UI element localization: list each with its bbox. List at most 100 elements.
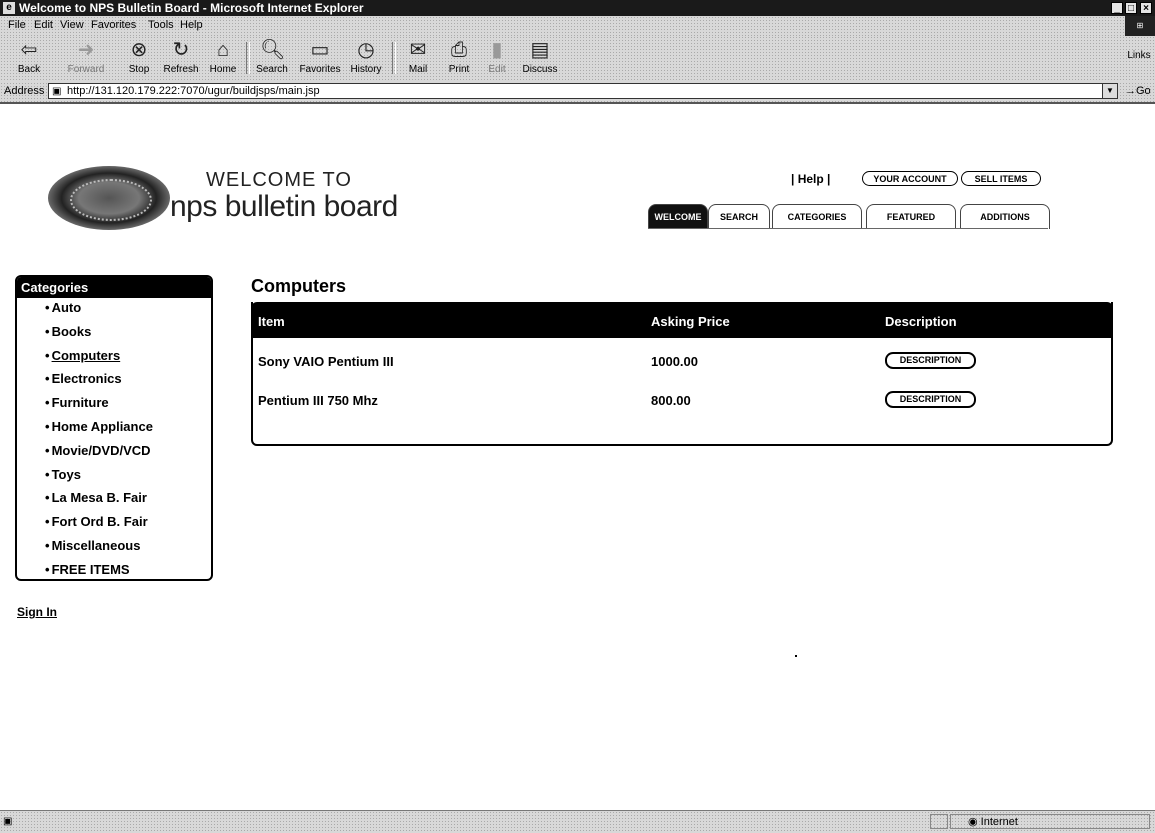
category-item[interactable]: • Fort Ord B. Fair [17,512,211,536]
address-bar: Address ▣ http://131.120.179.222:7070/ug… [0,82,1155,104]
edit-icon: ▮ [491,39,503,61]
table-row: Pentium III 750 Mhz 800.00 DESCRIPTION [251,385,1113,414]
home-icon: ⌂ [216,39,230,61]
category-link[interactable]: Furniture [52,395,109,410]
tab-categories[interactable]: CATEGORIES [772,204,862,229]
refresh-button[interactable]: ↻ Refresh [160,38,202,75]
page-status-icon: ▣ [3,816,13,827]
item-name: Sony VAIO Pentium III [258,354,394,369]
menu-file[interactable]: File [8,19,26,31]
site-name: nps bulletin board [170,190,398,223]
bullet-icon: • [45,442,50,458]
category-item[interactable]: • La Mesa B. Fair [17,488,211,512]
menu-tools[interactable]: Tools [148,19,174,31]
tab-search[interactable]: SEARCH [708,204,770,229]
stop-button[interactable]: ⊗ Stop [124,38,154,75]
menu-edit[interactable]: Edit [34,19,53,31]
category-link[interactable]: La Mesa B. Fair [52,490,147,505]
category-link[interactable]: Auto [52,300,82,315]
category-item[interactable]: • Furniture [17,393,211,417]
category-item[interactable]: • Miscellaneous [17,536,211,560]
links-button[interactable]: Links [1126,48,1152,61]
stray-dot [795,655,797,657]
item-price: 1000.00 [651,354,698,369]
sell-items-button[interactable]: SELL ITEMS [961,171,1041,186]
category-link[interactable]: Toys [52,467,81,482]
mail-button[interactable]: ✉ Mail [398,38,438,75]
bullet-icon: • [45,537,50,553]
status-cell [930,814,948,829]
menu-help[interactable]: Help [180,19,203,31]
item-name: Pentium III 750 Mhz [258,393,378,408]
browser-toolbar: ⇦ Back ➜ Forward ⊗ Stop ↻ Refresh ⌂ Home… [0,36,1155,83]
discuss-button[interactable]: ▤ Discuss [518,38,562,75]
column-header-asking-price: Asking Price [651,314,730,329]
refresh-icon: ↻ [172,39,190,61]
internet-zone: ◉ Internet [968,816,1018,828]
history-button[interactable]: ◷ History [346,38,386,75]
edit-button[interactable]: ▮ Edit [480,38,514,75]
category-link[interactable]: Home Appliance [52,419,153,434]
welcome-to-text: WELCOME TO [206,169,352,191]
address-label: Address [4,85,45,97]
column-header-item: Item [258,314,285,329]
category-item[interactable]: • FREE ITEMS [17,560,211,579]
bullet-icon: • [45,466,50,482]
bullet-icon: • [45,395,50,411]
menu-favorites[interactable]: Favorites [91,19,136,31]
tab-featured[interactable]: FEATURED [866,204,956,229]
menu-view[interactable]: View [60,19,84,31]
bullet-icon: • [45,514,50,530]
close-button[interactable]: × [1140,2,1152,14]
item-price: 800.00 [651,393,691,408]
your-account-button[interactable]: YOUR ACCOUNT [862,171,958,186]
home-button[interactable]: ⌂ Home [206,38,240,75]
address-input[interactable]: ▣ http://131.120.179.222:7070/ugur/build… [48,83,1118,99]
category-link[interactable]: Miscellaneous [52,538,141,553]
printer-icon: ⎙ [451,39,467,61]
windows-logo-icon: ⊞ [1125,16,1155,36]
category-link[interactable]: Books [52,324,92,339]
tab-additions[interactable]: ADDITIONS [960,204,1050,229]
category-link[interactable]: FREE ITEMS [52,562,130,577]
ie-window-icon: e [3,2,15,14]
bullet-icon: • [45,490,50,506]
minimize-button[interactable]: _ [1111,2,1123,14]
toolbar-separator [246,42,250,74]
tab-welcome[interactable]: WELCOME [648,204,708,229]
chevron-down-icon[interactable]: ▼ [1102,84,1117,98]
discuss-icon: ▤ [530,39,550,61]
category-link[interactable]: Computers [52,348,121,363]
help-link[interactable]: | Help | [791,172,830,186]
search-button[interactable]: 🔍︎ Search [252,38,292,75]
window-title: Welcome to NPS Bulletin Board - Microsof… [19,1,364,15]
category-item[interactable]: • Movie/DVD/VCD [17,441,211,465]
globe-icon: ◉ [968,816,978,828]
table-row: Sony VAIO Pentium III 1000.00 DESCRIPTIO… [251,346,1113,375]
sign-in-link[interactable]: Sign In [17,605,57,619]
mail-icon: ✉ [409,39,427,61]
category-link[interactable]: Fort Ord B. Fair [52,514,148,529]
address-url: http://131.120.179.222:7070/ugur/buildjs… [67,85,320,97]
category-link[interactable]: Electronics [52,371,122,386]
forward-arrow-icon: ➜ [77,39,95,61]
category-link[interactable]: Movie/DVD/VCD [52,443,151,458]
category-item[interactable]: • Electronics [17,369,211,393]
category-item[interactable]: • Computers [17,346,211,370]
forward-button[interactable]: ➜ Forward [66,38,106,75]
history-icon: ◷ [357,39,375,61]
maximize-button[interactable]: □ [1125,2,1137,14]
bullet-icon: • [45,300,50,315]
nps-seal-logo [48,166,170,230]
back-button[interactable]: ⇦ Back [14,38,44,75]
favorites-button[interactable]: ▭ Favorites [296,38,344,75]
description-button[interactable]: DESCRIPTION [885,391,976,408]
category-item[interactable]: • Auto [17,298,211,322]
bullet-icon: • [45,561,50,577]
category-item[interactable]: • Home Appliance [17,417,211,441]
go-button[interactable]: →Go [1125,85,1151,97]
description-button[interactable]: DESCRIPTION [885,352,976,369]
print-button[interactable]: ⎙ Print [442,38,476,75]
category-item[interactable]: • Books [17,322,211,346]
category-item[interactable]: • Toys [17,465,211,489]
